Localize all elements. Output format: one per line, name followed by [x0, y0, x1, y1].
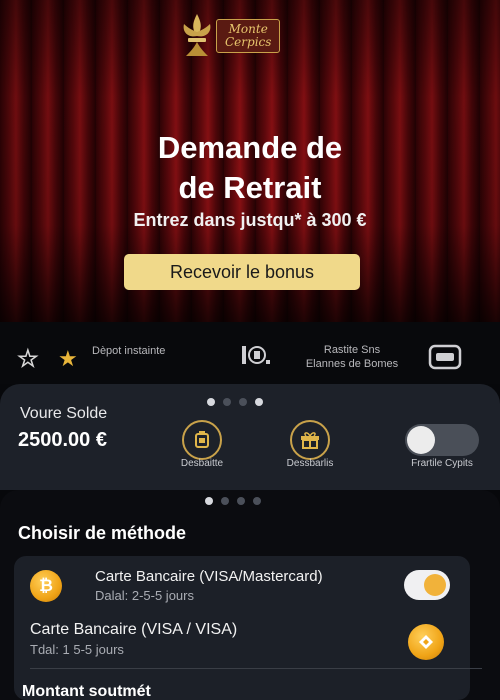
- title-line1: Demande de: [157, 130, 343, 165]
- amount-label: Montant soutmét: [22, 683, 151, 700]
- bonus-badge-icon: [195, 431, 209, 448]
- logo-text-line2: Cerpics: [225, 35, 272, 49]
- fleur-de-lis-icon: [183, 14, 211, 56]
- divider: [30, 668, 482, 669]
- gift-action-button[interactable]: [290, 420, 330, 460]
- hero-banner: Monte Cerpics Demande de de Retrait Entr…: [0, 0, 500, 322]
- toggle-knob: [407, 426, 435, 454]
- logo-wordmark: Monte Cerpics: [216, 19, 281, 53]
- carousel-dot[interactable]: [237, 497, 245, 505]
- carousel-dots-bottom[interactable]: [205, 497, 261, 505]
- toggle-indicator: [424, 574, 446, 596]
- carousel-dot[interactable]: [223, 398, 231, 406]
- bonus-action-button[interactable]: [182, 420, 222, 460]
- rapid-label-line2: Elannes de Bomes: [305, 358, 399, 370]
- carousel-dot[interactable]: [239, 398, 247, 406]
- section-title: Choisir de méthode: [18, 523, 187, 543]
- coin-symbol: ₿: [39, 576, 53, 595]
- title-line2: de Retrait: [178, 170, 322, 205]
- method-title[interactable]: Carte Bancaire (VISA/Mastercard): [95, 568, 323, 585]
- support-chat-icon[interactable]: [428, 344, 462, 370]
- gift-icon: [301, 432, 319, 449]
- method-delay: Dalal: 2-5-5 jours: [95, 588, 194, 603]
- instant-deposit-label: Dèpot instainte: [92, 345, 166, 357]
- receive-bonus-button[interactable]: Recevoir le bonus: [124, 254, 360, 290]
- balance-toggle[interactable]: [405, 424, 479, 456]
- diamond-icon: [419, 635, 433, 649]
- carousel-dot[interactable]: [253, 497, 261, 505]
- hero-subtitle: Entrez dans justqu* à 300 €: [133, 210, 367, 230]
- carousel-dot[interactable]: [207, 398, 215, 406]
- method-title[interactable]: Carte Bancaire (VISA / VISA): [30, 621, 237, 639]
- bonus-action-label: Desbaitte: [180, 458, 224, 469]
- brand-logo[interactable]: Monte Cerpics: [176, 8, 326, 64]
- method-delay: Tdal: 1 5-5 jours: [30, 642, 124, 657]
- rapid-label-line1: Rastite Sns: [323, 344, 381, 356]
- star-filled-icon: ★: [58, 346, 78, 371]
- carousel-dots-top[interactable]: [207, 398, 263, 406]
- star-outline-icon: ★: [17, 345, 38, 372]
- carousel-dot[interactable]: [255, 398, 263, 406]
- coins-stack-icon: [242, 346, 270, 364]
- toggle-label: Frartile Cypits: [411, 458, 473, 469]
- balance-amount: 2500.00 €: [18, 429, 107, 451]
- page-title: Demande de de Retrait: [0, 128, 500, 208]
- method-select-toggle[interactable]: [404, 570, 450, 600]
- balance-label: Voure Solde: [20, 405, 108, 422]
- carousel-dot[interactable]: [221, 497, 229, 505]
- gift-action-label: Dessbarlis: [286, 458, 334, 469]
- carousel-dot[interactable]: [205, 497, 213, 505]
- card-coin-icon[interactable]: [408, 624, 444, 660]
- bitcoin-icon: ₿: [30, 570, 62, 602]
- rapid-withdrawal-label: Rastite Sns Elannes de Bomes: [282, 343, 422, 371]
